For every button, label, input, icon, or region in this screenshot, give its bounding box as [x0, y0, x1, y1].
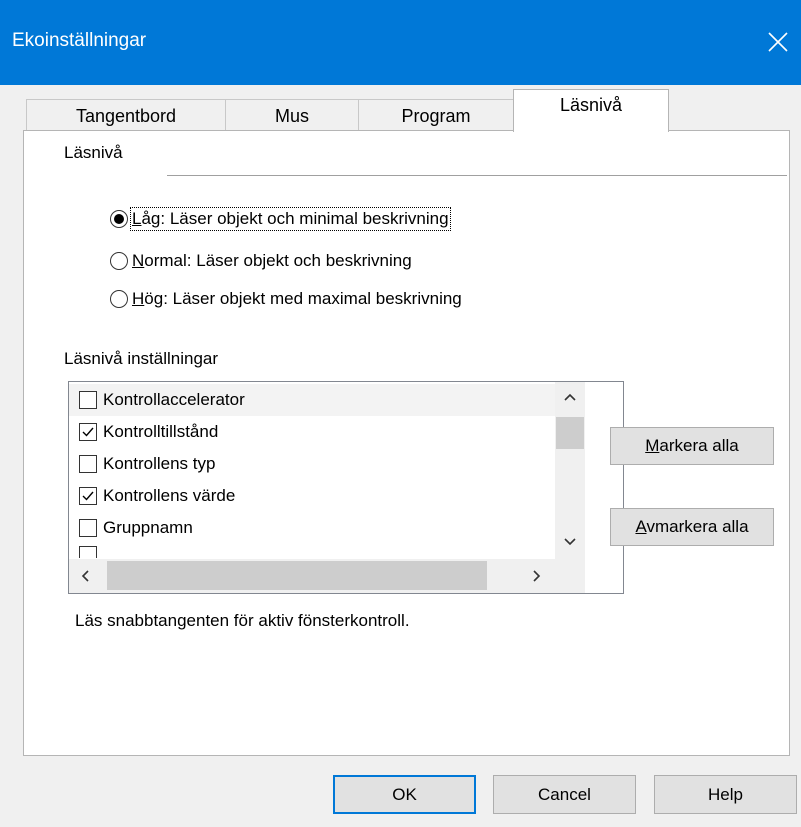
list-item-label: Kontrolltillstånd	[103, 422, 219, 441]
reading-level-group-label: Läsnivå	[64, 143, 123, 162]
list-item[interactable]	[69, 546, 555, 558]
settings-checklist[interactable]: Kontrollaccelerator Kontrolltillstånd Ko…	[68, 381, 624, 594]
radio-low[interactable]: Låg: Läser objekt och minimal beskrivnin…	[110, 207, 451, 231]
list-item[interactable]: Kontrollens typ	[69, 448, 555, 480]
scroll-right-icon[interactable]	[533, 570, 541, 582]
title-bar: Ekoinställningar	[0, 0, 801, 85]
list-item[interactable]: Kontrollaccelerator	[69, 384, 555, 416]
checkbox[interactable]	[79, 546, 97, 558]
window-title: Ekoinställningar	[12, 30, 147, 51]
radio-normal-label: Normal: Läser objekt och beskrivning	[132, 251, 412, 270]
list-item[interactable]: Kontrollens värde	[69, 480, 555, 512]
close-icon	[768, 32, 788, 52]
radio-button-normal[interactable]	[110, 252, 128, 270]
radio-button-low[interactable]	[110, 210, 128, 228]
cancel-button[interactable]: Cancel	[493, 775, 636, 814]
radio-high[interactable]: Hög: Läser objekt med maximal beskrivnin…	[110, 287, 462, 311]
group-divider	[167, 175, 787, 176]
list-item[interactable]: Kontrolltillstånd	[69, 416, 555, 448]
vertical-scrollbar[interactable]	[555, 382, 585, 559]
checkbox[interactable]	[79, 423, 97, 441]
select-all-button[interactable]: Markera alla	[610, 427, 774, 465]
list-item-label: Gruppnamn	[103, 518, 193, 537]
scroll-up-icon[interactable]	[564, 393, 576, 401]
deselect-all-button[interactable]: Avmarkera alla	[610, 508, 774, 546]
close-button[interactable]	[755, 22, 801, 62]
checkmark-icon	[82, 427, 94, 437]
list-item[interactable]: Gruppnamn	[69, 512, 555, 544]
scroll-left-icon[interactable]	[81, 570, 89, 582]
tab-tangentbord[interactable]: Tangentbord	[26, 99, 226, 132]
checkbox[interactable]	[79, 519, 97, 537]
checkbox[interactable]	[79, 487, 97, 505]
horizontal-scrollbar[interactable]	[69, 559, 585, 593]
tab-panel: Läsnivå Låg: Läser objekt och minimal be…	[23, 130, 790, 756]
radio-low-label: Låg: Läser objekt och minimal beskrivnin…	[130, 207, 451, 231]
horizontal-scroll-thumb[interactable]	[107, 561, 487, 590]
tab-program[interactable]: Program	[358, 99, 514, 132]
checkmark-icon	[82, 491, 94, 501]
item-description: Läs snabbtangenten för aktiv fönsterkont…	[75, 611, 410, 630]
radio-normal[interactable]: Normal: Läser objekt och beskrivning	[110, 249, 412, 273]
tab-strip: Tangentbord Mus Program Läsnivå	[0, 85, 801, 132]
checkbox[interactable]	[79, 455, 97, 473]
help-button[interactable]: Help	[654, 775, 797, 814]
list-item-label: Kontrollens värde	[103, 486, 236, 505]
tab-lasniva[interactable]: Läsnivå	[513, 89, 669, 132]
list-item-label: Kontrollens typ	[103, 454, 216, 473]
list-item-label: Kontrollaccelerator	[103, 390, 245, 409]
checkbox[interactable]	[79, 391, 97, 409]
scroll-down-icon[interactable]	[564, 538, 576, 546]
ok-button[interactable]: OK	[333, 775, 476, 814]
tab-mus[interactable]: Mus	[225, 99, 359, 132]
radio-high-label: Hög: Läser objekt med maximal beskrivnin…	[132, 289, 462, 308]
settings-label: Läsnivå inställningar	[64, 349, 219, 368]
vertical-scroll-thumb[interactable]	[556, 417, 584, 449]
radio-button-high[interactable]	[110, 290, 128, 308]
